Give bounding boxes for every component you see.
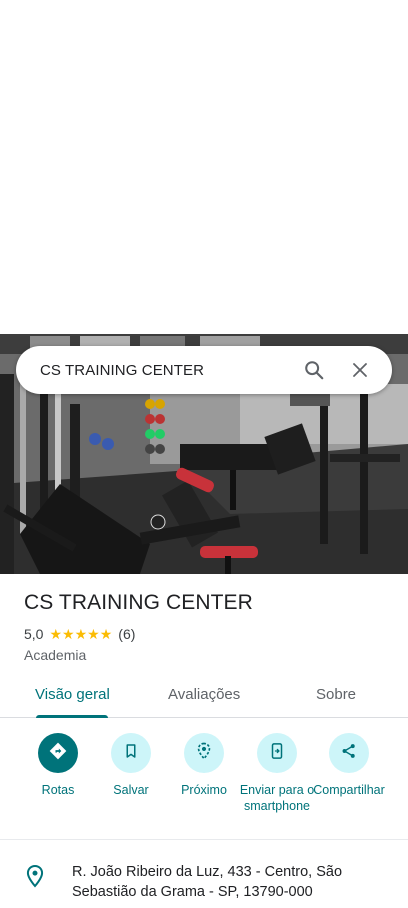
map-area[interactable] [0,0,408,334]
tab-indicator [36,715,108,718]
star-icon: ★ [74,626,88,642]
search-bar[interactable]: CS TRAINING CENTER [16,346,392,394]
star-icon: ★ [49,626,63,642]
star-icon: ★ [87,626,100,642]
star-icon: ★ [99,626,113,642]
close-icon[interactable] [340,350,380,390]
nearby-button[interactable]: Próximo [164,733,244,798]
star-rating: ★ ★ ★ ★ ★ [49,627,112,641]
bookmark-icon [122,742,140,765]
rating-row[interactable]: 5,0 ★ ★ ★ ★ ★ (6) [24,626,135,642]
review-count[interactable]: (6) [118,626,135,642]
search-icon[interactable] [294,350,334,390]
action-bar: Rotas Salvar Próximo Enviar para o smart… [0,733,408,833]
location-pin-icon [25,864,45,893]
place-title: CS TRAINING CENTER [24,591,253,614]
directions-label: Rotas [41,783,75,797]
share-label: Compartilhar [313,783,385,797]
send-to-phone-label: Enviar para o smartphone [239,783,315,813]
send-to-phone-icon [268,742,286,765]
send-to-phone-button[interactable]: Enviar para o smartphone [237,733,317,814]
directions-icon [48,741,68,766]
tab-overview[interactable]: Visão geral [35,686,110,703]
section-divider [0,839,408,840]
address-text: R. João Ribeiro da Luz, 433 - Centro, Sã… [72,864,343,900]
share-button[interactable]: Compartilhar [309,733,389,798]
nearby-icon [194,741,214,766]
tab-reviews[interactable]: Avaliações [168,686,240,703]
tab-about[interactable]: Sobre [316,686,356,703]
share-icon [340,742,358,765]
place-category: Academia [24,647,87,663]
star-icon: ★ [62,626,75,642]
nearby-label: Próximo [181,783,227,797]
save-label: Salvar [113,783,149,797]
tab-bar: Visão geral Avaliações Sobre [0,674,408,718]
save-button[interactable]: Salvar [91,733,171,798]
search-input[interactable]: CS TRAINING CENTER [40,362,294,379]
directions-button[interactable]: Rotas [18,733,98,798]
rating-value: 5,0 [24,626,44,642]
